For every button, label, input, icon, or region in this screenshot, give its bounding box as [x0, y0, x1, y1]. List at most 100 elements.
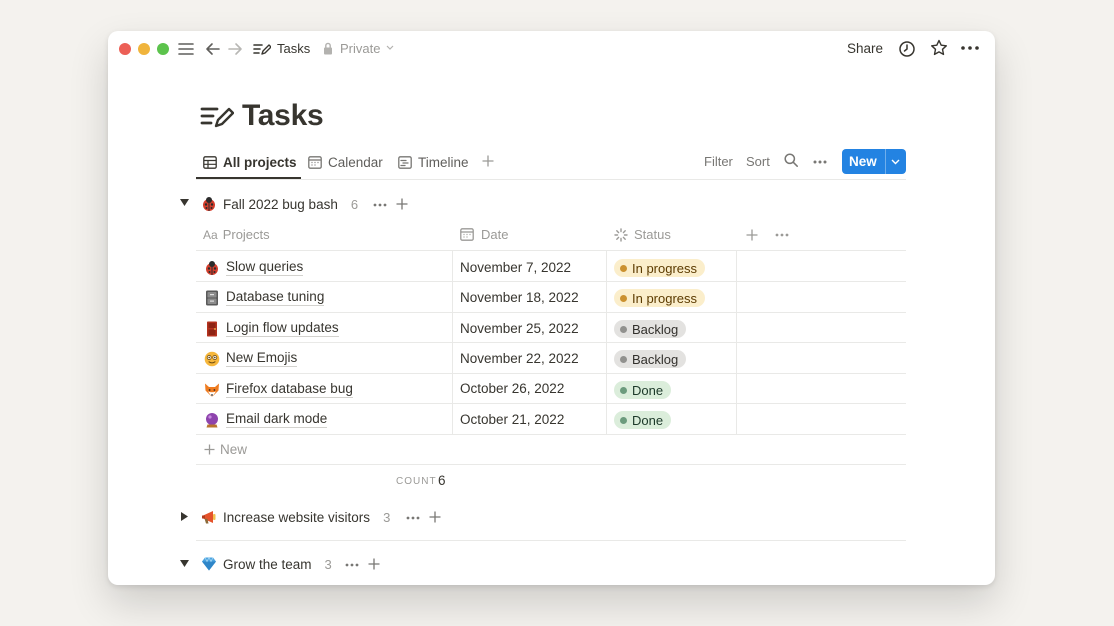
filter-button[interactable]: Filter: [704, 154, 733, 169]
group-add-plus-icon[interactable]: [396, 198, 408, 210]
status-dot: [620, 355, 627, 363]
status-label: In progress: [632, 260, 698, 276]
table-border: [196, 250, 906, 251]
table-cell-date[interactable]: November 25, 2022: [460, 321, 579, 336]
close-window-button[interactable]: [119, 43, 131, 55]
table-row-name[interactable]: Database tuning: [204, 289, 325, 306]
column-divider: [736, 250, 737, 434]
status-badge[interactable]: In progress: [614, 259, 706, 277]
row-divider: [196, 464, 906, 465]
row-title: Database tuning: [226, 289, 325, 306]
table-row-name[interactable]: Slow queries: [204, 259, 304, 276]
expand-triangle-icon[interactable]: [181, 512, 189, 521]
page-title[interactable]: Tasks: [242, 99, 324, 133]
text-type-icon: Aa: [203, 227, 218, 242]
group-header-grow-team[interactable]: Grow the team 3: [201, 554, 332, 574]
column-header-status[interactable]: Status: [614, 227, 671, 242]
column-header-projects[interactable]: Aa Projects: [203, 227, 270, 242]
tab-calendar[interactable]: Calendar: [308, 153, 383, 171]
count-label[interactable]: COUNT: [396, 476, 437, 487]
row-title: Login flow updates: [226, 320, 339, 337]
group-add-plus-icon[interactable]: [368, 558, 380, 570]
lock-icon: [323, 42, 333, 55]
sidebar-menu-icon[interactable]: [178, 42, 194, 56]
gem-icon: [201, 556, 217, 572]
tab-label: Calendar: [328, 154, 383, 170]
favorite-star-icon[interactable]: [930, 39, 948, 57]
chevron-down-icon[interactable]: [891, 159, 900, 165]
fox-icon: [204, 382, 220, 398]
status-label: Backlog: [632, 351, 679, 367]
group-more-icon[interactable]: [406, 516, 420, 520]
tab-timeline[interactable]: Timeline: [398, 153, 469, 171]
add-property-plus-icon[interactable]: [746, 229, 758, 241]
back-arrow-icon[interactable]: [205, 41, 221, 57]
group-title: Grow the team: [223, 556, 312, 572]
row-divider: [196, 434, 906, 435]
share-button[interactable]: Share: [847, 41, 883, 56]
column-more-icon[interactable]: [775, 233, 789, 237]
door-icon: [204, 321, 220, 337]
tab-label: Timeline: [418, 154, 469, 170]
add-view-plus-icon[interactable]: [482, 155, 494, 167]
table-cell-date[interactable]: November 22, 2022: [460, 351, 579, 366]
table-cell-date[interactable]: November 7, 2022: [460, 260, 571, 275]
status-label: Backlog: [632, 321, 679, 337]
column-divider: [606, 250, 607, 434]
new-button-label: New: [849, 154, 877, 169]
table-cell-date[interactable]: November 18, 2022: [460, 290, 579, 305]
top-bar: Tasks Private Share: [108, 31, 995, 67]
sort-button[interactable]: Sort: [746, 154, 770, 169]
calendar-icon: [308, 155, 322, 169]
search-icon[interactable]: [784, 153, 798, 167]
add-row-plus-icon[interactable]: [204, 444, 215, 455]
table-cell-date[interactable]: October 26, 2022: [460, 381, 564, 396]
minimize-window-button[interactable]: [138, 43, 150, 55]
privacy-dropdown[interactable]: Private: [340, 41, 380, 56]
timeline-icon: [398, 155, 412, 169]
group-more-icon[interactable]: [345, 563, 359, 567]
group-count: 6: [350, 196, 359, 212]
table-cell-date[interactable]: October 21, 2022: [460, 412, 564, 427]
new-button[interactable]: New: [842, 149, 906, 174]
status-badge[interactable]: Backlog: [614, 350, 687, 368]
table-row-name[interactable]: Login flow updates: [204, 320, 339, 337]
group-more-icon[interactable]: [373, 203, 387, 207]
collapse-triangle-icon[interactable]: [180, 560, 189, 568]
table-row-name[interactable]: Email dark mode: [204, 411, 328, 428]
row-divider: [196, 342, 906, 343]
table-row-name[interactable]: New Emojis: [204, 350, 298, 367]
column-header-date[interactable]: Date: [460, 227, 508, 242]
chevron-down-icon[interactable]: [386, 45, 394, 51]
more-options-icon[interactable]: [961, 46, 979, 50]
status-badge[interactable]: Backlog: [614, 320, 687, 338]
status-badge[interactable]: Done: [614, 381, 672, 399]
group-add-plus-icon[interactable]: [429, 511, 441, 523]
new-button-divider: [885, 149, 886, 174]
tab-all-projects[interactable]: All projects: [203, 153, 297, 171]
row-title: New Emojis: [226, 350, 298, 367]
ladybug-icon: [201, 196, 217, 212]
group-header-website-visitors[interactable]: Increase website visitors 3: [201, 507, 390, 527]
zoom-window-button[interactable]: [157, 43, 169, 55]
crystal-ball-icon: [204, 412, 220, 428]
tabs-divider: [196, 179, 906, 180]
group-header-fall-2022[interactable]: Fall 2022 bug bash 6: [201, 194, 358, 214]
view-more-options-icon[interactable]: [813, 160, 827, 164]
history-clock-icon[interactable]: [898, 40, 916, 58]
row-title: Email dark mode: [226, 411, 328, 428]
breadcrumb-title[interactable]: Tasks: [277, 41, 310, 56]
row-divider: [196, 312, 906, 313]
emoji-face-icon: [204, 351, 220, 367]
forward-arrow-icon[interactable]: [227, 41, 243, 57]
status-badge[interactable]: Done: [614, 411, 672, 429]
group-divider: [196, 540, 906, 541]
page-icon[interactable]: [200, 102, 234, 130]
status-badge[interactable]: In progress: [614, 289, 706, 307]
table-row-name[interactable]: Firefox database bug: [204, 381, 353, 398]
new-row-button[interactable]: New: [220, 442, 247, 457]
collapse-triangle-icon[interactable]: [180, 199, 189, 207]
row-divider: [196, 281, 906, 282]
calendar-icon: [460, 228, 474, 241]
group-title: Fall 2022 bug bash: [223, 196, 338, 212]
